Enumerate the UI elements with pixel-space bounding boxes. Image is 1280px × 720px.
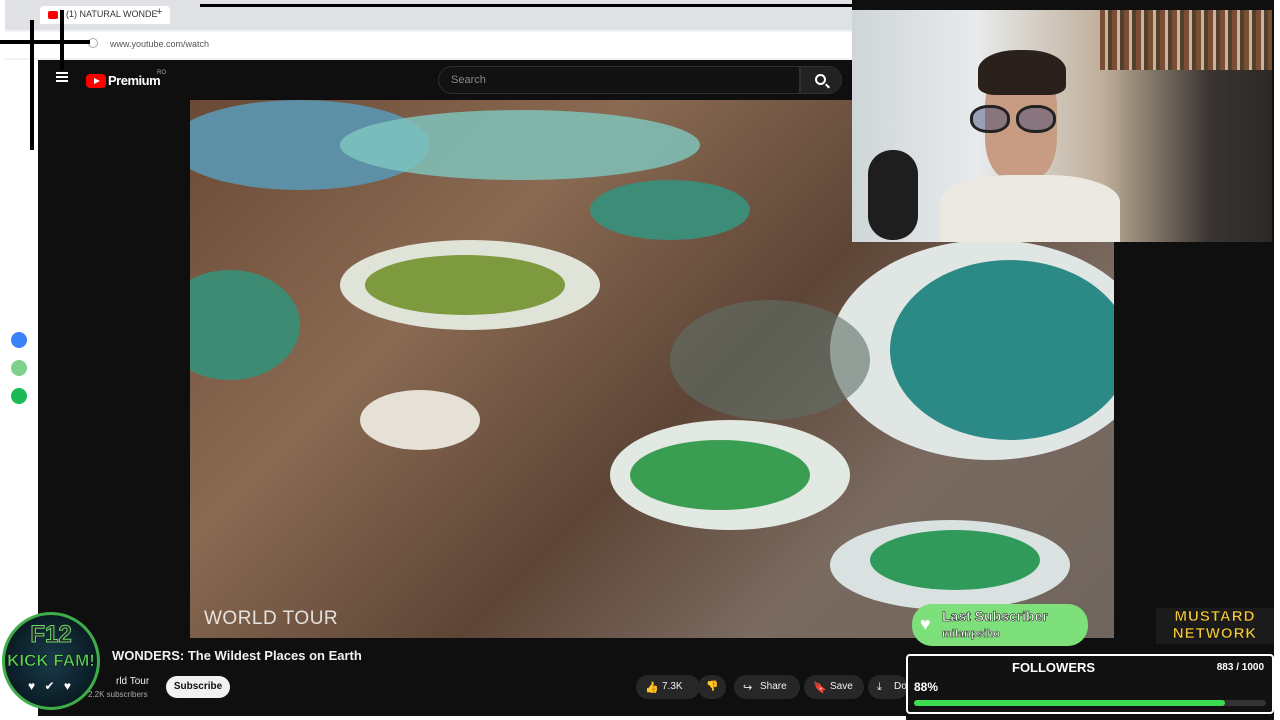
heart-icon: ♥ bbox=[920, 614, 931, 634]
like-count: 7.3K bbox=[662, 681, 683, 692]
followers-progress-fill bbox=[914, 700, 1225, 706]
share-button[interactable]: ↪ Share bbox=[734, 675, 800, 699]
frame-line bbox=[200, 4, 852, 7]
frame-line bbox=[1274, 0, 1280, 720]
channel-name[interactable]: rld Tour bbox=[116, 676, 149, 687]
menu-icon[interactable] bbox=[56, 72, 68, 82]
youtube-logo-text[interactable]: Premium bbox=[108, 73, 161, 88]
save-icon: 🔖 bbox=[813, 682, 827, 694]
logo-region-code: RO bbox=[157, 70, 166, 76]
badge-line-1: F12 bbox=[30, 621, 72, 649]
last-subscriber-widget: ♥ Last Subscriber milanpsiho bbox=[912, 604, 1088, 646]
save-button[interactable]: 🔖 Save bbox=[804, 675, 864, 699]
streamer-hair bbox=[978, 50, 1066, 95]
dislike-button[interactable]: 👎 bbox=[698, 675, 726, 699]
messenger-icon[interactable] bbox=[11, 332, 27, 348]
share-icon: ↪ bbox=[743, 682, 753, 694]
browser-tab-title: (1) NATURAL WONDE bbox=[66, 9, 158, 19]
dislike-icon: 👎 bbox=[706, 681, 719, 692]
download-button[interactable]: ⤓ Do bbox=[868, 675, 908, 699]
video-watermark-text: WORLD TOUR bbox=[204, 608, 339, 629]
network-line-1: MUSTARD bbox=[1174, 608, 1256, 625]
network-line-2: NETWORK bbox=[1172, 625, 1258, 642]
search-button[interactable] bbox=[800, 66, 842, 94]
save-label: Save bbox=[830, 681, 853, 692]
whatsapp-icon[interactable] bbox=[11, 360, 27, 376]
new-tab-button[interactable]: + bbox=[156, 6, 170, 22]
youtube-favicon-icon bbox=[48, 11, 58, 19]
followers-label: FOLLOWERS bbox=[1012, 660, 1096, 675]
frame-line bbox=[0, 716, 906, 720]
kick-fam-badge: F12 KICK FAM! ♥ ✔ ♥ bbox=[2, 612, 100, 710]
like-icon: 👍 bbox=[645, 682, 659, 694]
url-text[interactable]: www.youtube.com/watch bbox=[110, 34, 209, 54]
badge-icons: ♥ ✔ ♥ bbox=[28, 679, 74, 693]
download-label: Do bbox=[894, 681, 907, 692]
followers-goal-widget: FOLLOWERS 883 / 1000 88% bbox=[906, 654, 1274, 714]
video-title: WONDERS: The Wildest Places on Earth bbox=[112, 648, 362, 663]
last-subscriber-label: Last Subscriber bbox=[942, 608, 1048, 625]
share-label: Share bbox=[760, 681, 787, 692]
spotify-icon[interactable] bbox=[11, 388, 27, 404]
youtube-logo-icon[interactable] bbox=[86, 74, 106, 88]
webcam-bookshelf bbox=[1100, 10, 1272, 70]
mustard-network-logo: MUSTARD NETWORK bbox=[1156, 608, 1274, 644]
streamer-body bbox=[940, 175, 1120, 242]
search-icon bbox=[815, 74, 826, 85]
streamer-glasses bbox=[970, 105, 1056, 133]
badge-line-2: KICK FAM! bbox=[7, 651, 95, 671]
followers-count: 883 / 1000 bbox=[1216, 662, 1264, 673]
followers-percent: 88% bbox=[914, 680, 939, 694]
last-subscriber-name: milanpsiho bbox=[942, 628, 1001, 641]
subscribe-button[interactable]: Subscribe bbox=[166, 676, 230, 698]
microphone bbox=[868, 150, 918, 240]
like-button[interactable]: 👍 7.3K bbox=[636, 675, 700, 699]
frame-line bbox=[0, 0, 5, 520]
search-input[interactable]: Search bbox=[438, 66, 800, 94]
followers-progress-track bbox=[914, 700, 1266, 706]
frame-line bbox=[0, 40, 90, 44]
download-icon: ⤓ bbox=[877, 681, 882, 693]
